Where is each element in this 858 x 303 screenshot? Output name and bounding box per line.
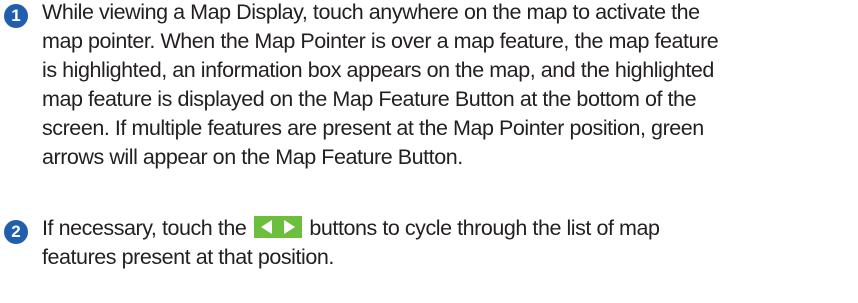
step-1-line-2: map pointer. When the Map Pointer is ove… — [42, 29, 719, 53]
step-2-text-before-icon: If necessary, touch the — [42, 216, 252, 240]
arrow-buttons-graphic — [253, 216, 302, 238]
step-1-text: While viewing a Map Display, touch anywh… — [42, 0, 854, 172]
step-number-badge: 2 — [4, 220, 28, 244]
step-number-badge: 1 — [4, 4, 28, 28]
green-left-right-arrows-icon — [253, 216, 302, 238]
step-2-line-1: If necessary, touch the buttons to cycle… — [42, 214, 854, 243]
step-1-line-1: While viewing a Map Display, touch anywh… — [42, 0, 700, 24]
step-1-line-6: arrows will appear on the Map Feature Bu… — [42, 145, 463, 169]
step-2-text: If necessary, touch the buttons to cycle… — [42, 214, 854, 272]
step-2-line-2: features present at that position. — [42, 245, 334, 269]
step-1-line-5: screen. If multiple features are present… — [42, 116, 704, 140]
step-2-text-after-icon: buttons to cycle through the list of map — [303, 216, 660, 240]
step-1-line-4: map feature is displayed on the Map Feat… — [42, 87, 697, 111]
step-1-line-3: is highlighted, an information box appea… — [42, 58, 714, 82]
